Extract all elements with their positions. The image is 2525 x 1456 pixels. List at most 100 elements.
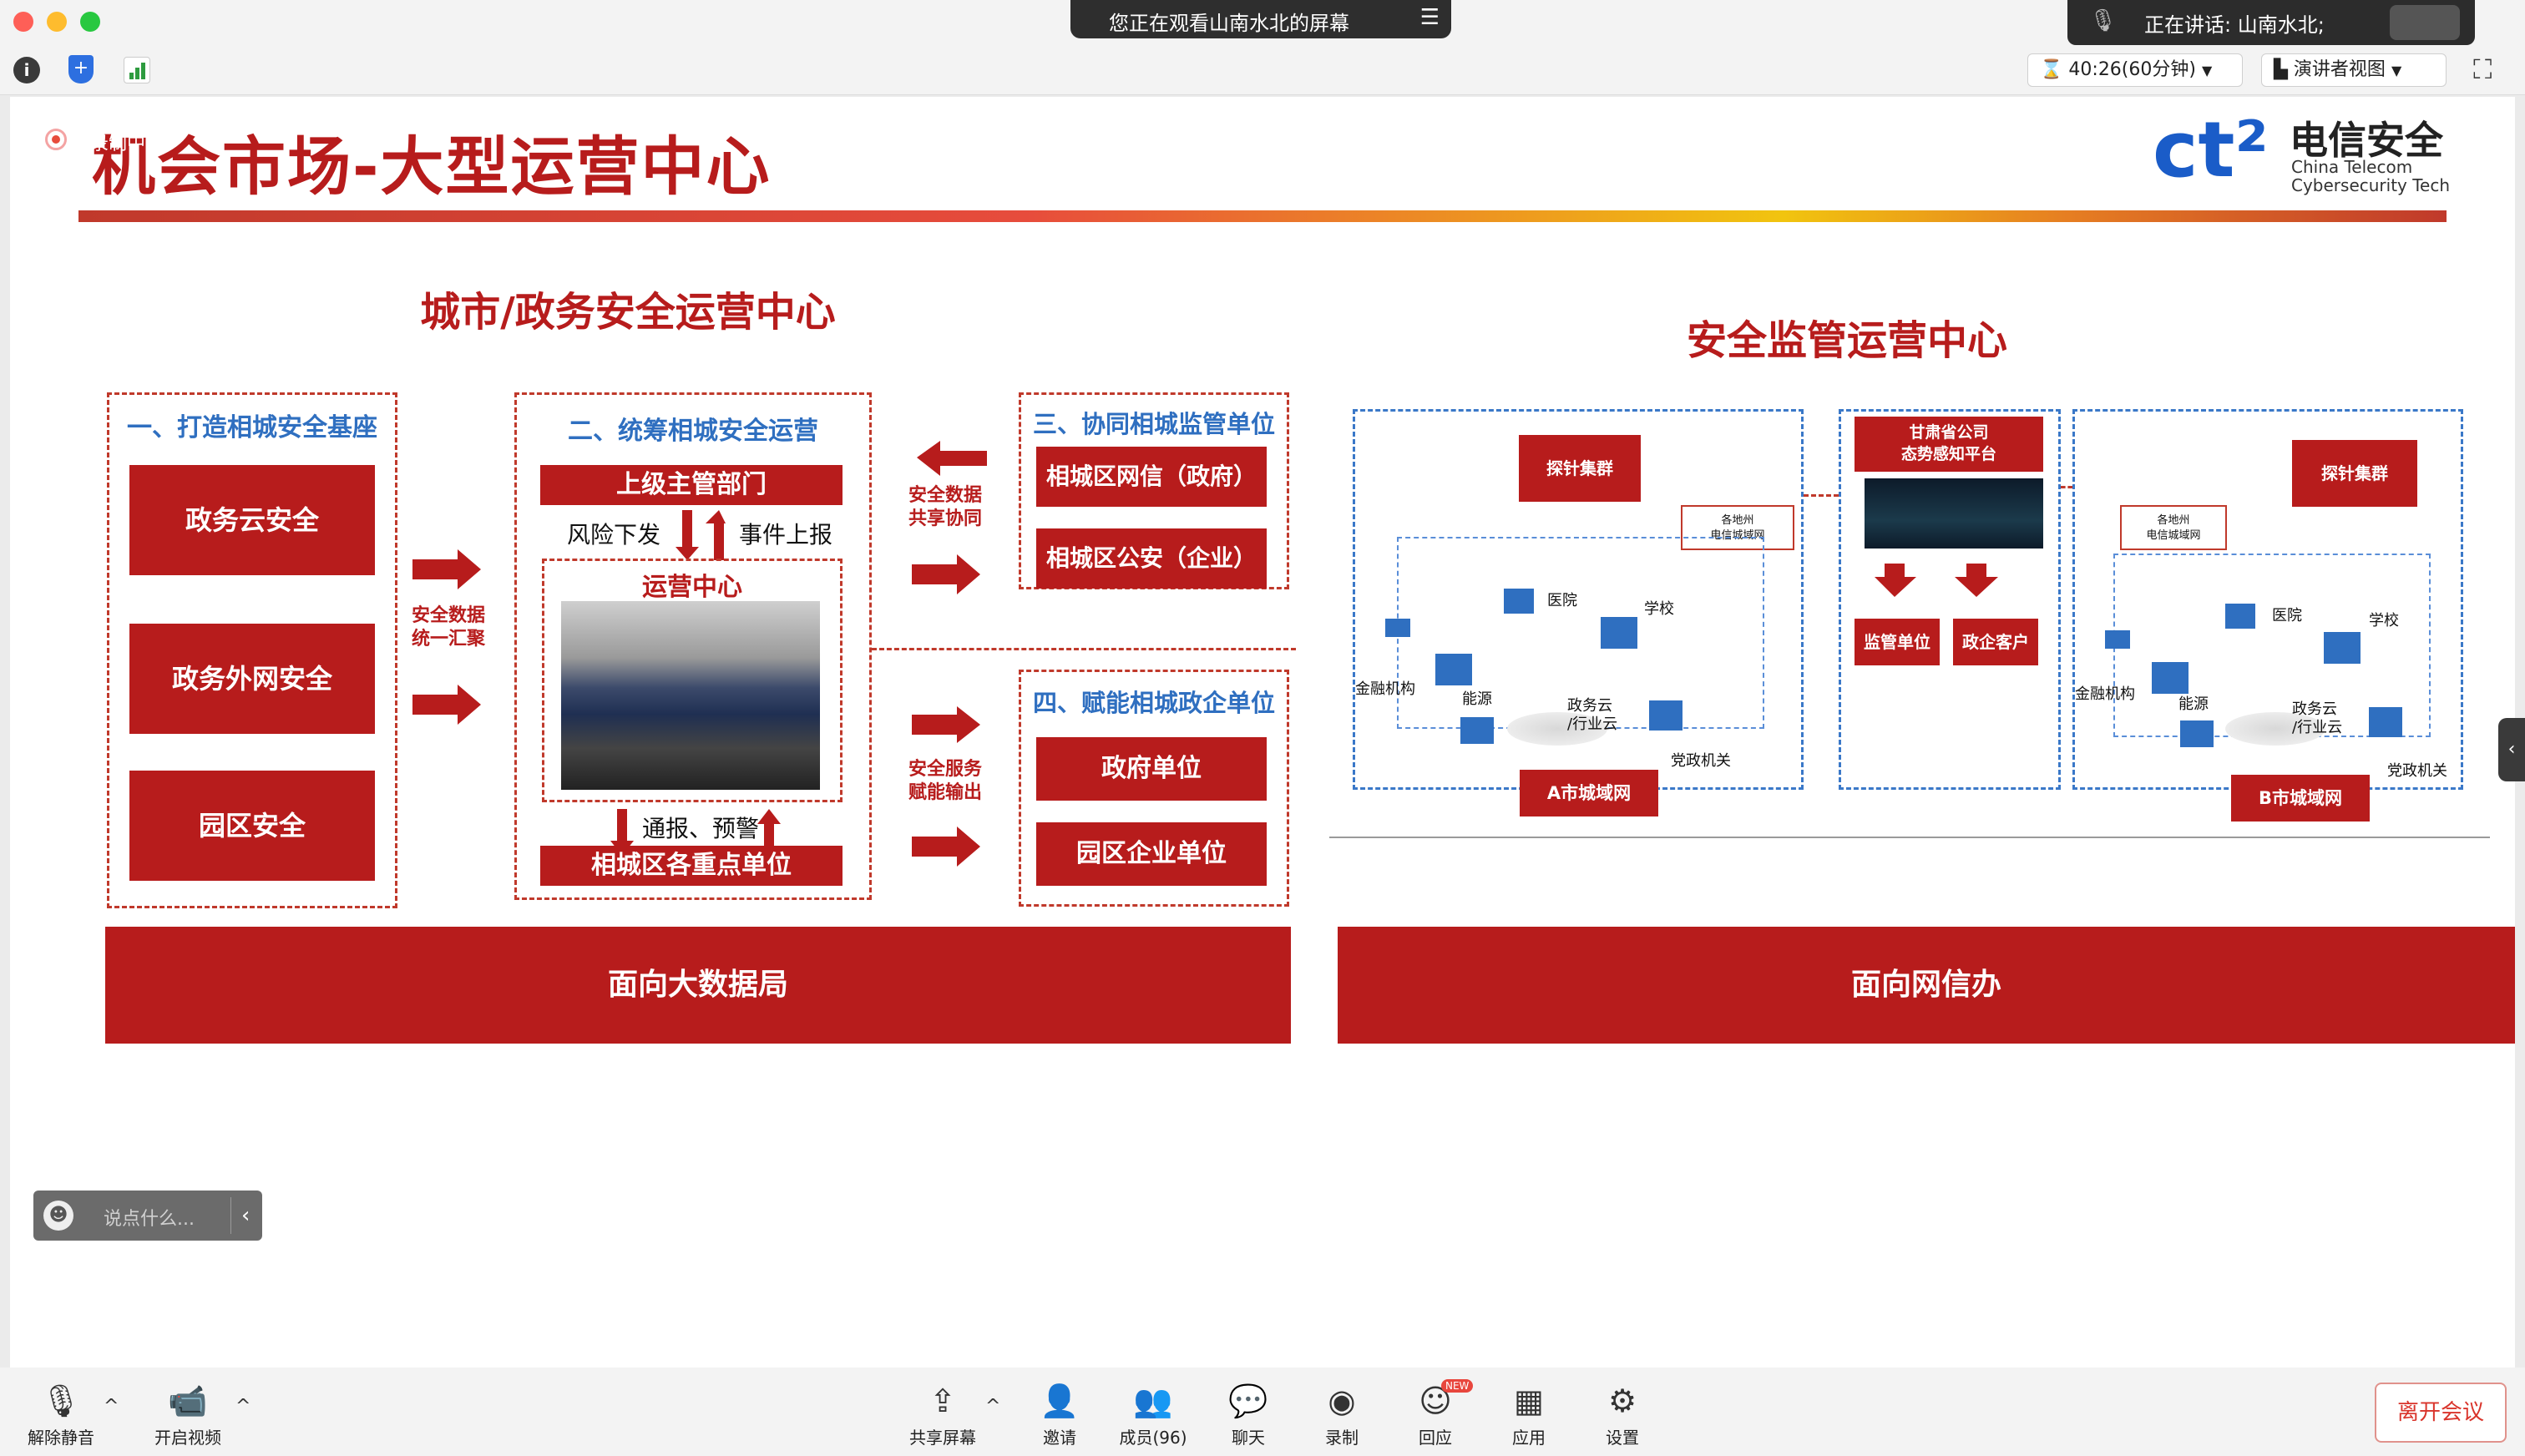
viewing-label: 您正在观看山南水北的屏幕: [1109, 12, 1349, 35]
link-a-platform: [1804, 494, 1839, 497]
down-arrow-icon: [1955, 564, 1998, 597]
video-options-chevron-icon[interactable]: ^: [235, 1396, 250, 1417]
right-divider: [1329, 837, 2490, 838]
server-icon: [2324, 632, 2361, 664]
left-heading: 城市/政务安全运营中心: [420, 289, 836, 336]
risk-down-label: 风险下发: [567, 521, 661, 549]
hourglass-icon: ⌛: [2040, 59, 2063, 80]
metro-net-b: 各地州 电信城域网: [2120, 505, 2227, 550]
metro-b-label: B市城域网: [2231, 775, 2370, 822]
apps-icon: ▦: [1514, 1383, 1544, 1419]
meeting-timer[interactable]: ⌛ 40:26(60分钟) ▼: [2027, 53, 2243, 87]
link-platform-b: [2061, 486, 2072, 488]
share-screen-button[interactable]: ⇪ 共享屏幕: [905, 1383, 980, 1448]
right-arrow-icon: [412, 685, 481, 725]
gov-cloud-security: 政务云安全: [129, 465, 375, 575]
tag-energy-b: 能源: [2178, 695, 2209, 713]
viewing-screen-banner[interactable]: 您正在观看山南水北的屏幕 ☰: [1070, 0, 1451, 38]
muted-mic-icon: 🎙: [40, 1383, 82, 1419]
computer-icon: [2180, 720, 2214, 747]
computer-icon: [1460, 717, 1494, 744]
collapse-chevron-icon[interactable]: ‹: [230, 1197, 250, 1234]
up-arrow-icon: [706, 510, 726, 560]
chat-input-box[interactable]: ☻ 说点什么... ‹: [33, 1191, 262, 1241]
box-ops-coordination: 二、统筹相城安全运营 上级主管部门 风险下发 事件上报 运营中心 通报、预警 相…: [514, 392, 872, 900]
park-enterprise-units: 园区企业单位: [1036, 822, 1267, 886]
record-icon: ◉: [1328, 1383, 1356, 1419]
platform-title: 甘肃省公司 态势感知平台: [1855, 417, 2043, 472]
network-b-panel: 探针集群 各地州 电信城域网 金融机构 能源 医院 学校 政务云 /行业云 党政…: [2072, 409, 2463, 790]
audio-options-chevron-icon[interactable]: ^: [104, 1396, 119, 1417]
down-arrow-icon: [676, 510, 699, 560]
server-icon: [2369, 707, 2402, 737]
meeting-info-bar: i + ⌛ 40:26(60分钟) ▼ ▙ 演讲者视图 ▼ ⛶: [0, 45, 2525, 95]
computer-icon: [2105, 630, 2130, 649]
speaker-thumbnail: [2390, 5, 2460, 40]
timer-label: 40:26(60分钟): [2068, 59, 2196, 80]
server-icon: [1504, 589, 1534, 614]
ct-logo-en1: China Telecom: [2291, 157, 2413, 177]
ops-center-photo: [561, 601, 820, 790]
park-security: 园区安全: [129, 771, 375, 881]
side-panel-toggle[interactable]: ‹: [2498, 718, 2525, 781]
box2-title: 二、统筹相城安全运营: [568, 417, 818, 446]
up-down-arrows: [676, 510, 726, 560]
emoji-icon[interactable]: ☻: [43, 1201, 73, 1231]
meeting-toolbar: 🎙 解除静音 ^ 📹 开启视频 ^ ⇪ 共享屏幕 ^ 👤 邀请 👥 成员(96) 💬 聊天 …: [0, 1368, 2525, 1456]
close-window-button[interactable]: [13, 12, 33, 32]
event-report-label: 事件上报: [739, 521, 833, 549]
presenter-view-dropdown[interactable]: ▙ 演讲者视图 ▼: [2261, 53, 2447, 87]
reactions-button[interactable]: ☺ 回应 NEW: [1398, 1379, 1474, 1448]
left-footer: 面向大数据局: [105, 927, 1291, 1044]
start-video-button[interactable]: 📹 开启视频: [150, 1383, 225, 1448]
probe-cluster-a: 探针集群: [1519, 435, 1641, 502]
meeting-window: 您正在观看山南水北的屏幕 ☰ 🎙 正在讲话: 山南水北; i + ⌛ 40:26…: [0, 0, 2525, 1456]
fullscreen-icon[interactable]: ⛶: [2473, 53, 2492, 86]
participants-button[interactable]: 👥 成员(96): [1116, 1383, 1191, 1448]
shield-icon[interactable]: +: [68, 55, 94, 83]
signal-icon[interactable]: [124, 57, 150, 83]
chat-icon: 💬: [1228, 1383, 1268, 1419]
tag-hospital-a: 医院: [1547, 592, 1577, 609]
minimize-window-button[interactable]: [47, 12, 67, 32]
tag-party-a: 党政机关: [1671, 752, 1731, 770]
share-screen-icon: ⇪: [929, 1383, 956, 1419]
down-arrow-icon: [1875, 564, 1916, 597]
maximize-window-button[interactable]: [80, 12, 100, 32]
leave-meeting-button[interactable]: 离开会议: [2375, 1383, 2507, 1443]
shared-slide: 录制中 机会市场-大型运营中心 ct² 电信安全 China Telecom C…: [10, 97, 2515, 1368]
recording-label: 录制中: [90, 134, 146, 154]
info-icon[interactable]: i: [13, 57, 40, 83]
right-arrow-icon: [912, 706, 980, 743]
platform-arrows: [1875, 564, 1998, 597]
chat-button[interactable]: 💬 聊天: [1211, 1383, 1286, 1448]
gov-units: 政府单位: [1036, 737, 1267, 801]
add-user-icon: 👤: [1040, 1383, 1080, 1419]
unmute-button[interactable]: 🎙 解除静音: [23, 1383, 99, 1448]
tag-school-a: 学校: [1644, 600, 1674, 618]
menu-icon[interactable]: ☰: [1420, 5, 1440, 30]
tag-hospital-b: 医院: [2272, 607, 2302, 624]
arrow2-label: 安全数据 共享协同: [908, 485, 982, 529]
gear-icon: ⚙: [1607, 1383, 1637, 1419]
apps-button[interactable]: ▦ 应用: [1491, 1383, 1566, 1448]
settings-button[interactable]: ⚙ 设置: [1585, 1383, 1660, 1448]
box-enterprises: 四、赋能相城政企单位 政府单位 园区企业单位: [1019, 670, 1289, 907]
slide-title: 机会市场-大型运营中心: [92, 129, 772, 204]
arrow1-label: 安全数据 统一汇聚: [411, 605, 485, 650]
share-options-chevron-icon[interactable]: ^: [985, 1396, 1000, 1417]
gov-extranet-security: 政务外网安全: [129, 624, 375, 734]
chat-placeholder[interactable]: 说点什么...: [104, 1204, 195, 1231]
right-footer: 面向网信办: [1338, 927, 2515, 1044]
tag-school-b: 学校: [2369, 612, 2399, 629]
connector-line: [872, 648, 1296, 650]
computer-icon: [1385, 619, 1410, 637]
participants-icon: 👥: [1133, 1383, 1173, 1419]
arrow3-label: 安全服务 赋能输出: [908, 759, 982, 803]
tag-cloud-b: 政务云 /行业云: [2292, 700, 2343, 736]
invite-button[interactable]: 👤 邀请: [1022, 1383, 1097, 1448]
record-button[interactable]: ◉ 录制: [1304, 1383, 1379, 1448]
box-security-base: 一、打造相城安全基座 政务云安全 政务外网安全 园区安全: [107, 392, 397, 908]
tag-finance-b: 金融机构: [2075, 685, 2135, 703]
right-arrow-icon: [912, 827, 980, 867]
